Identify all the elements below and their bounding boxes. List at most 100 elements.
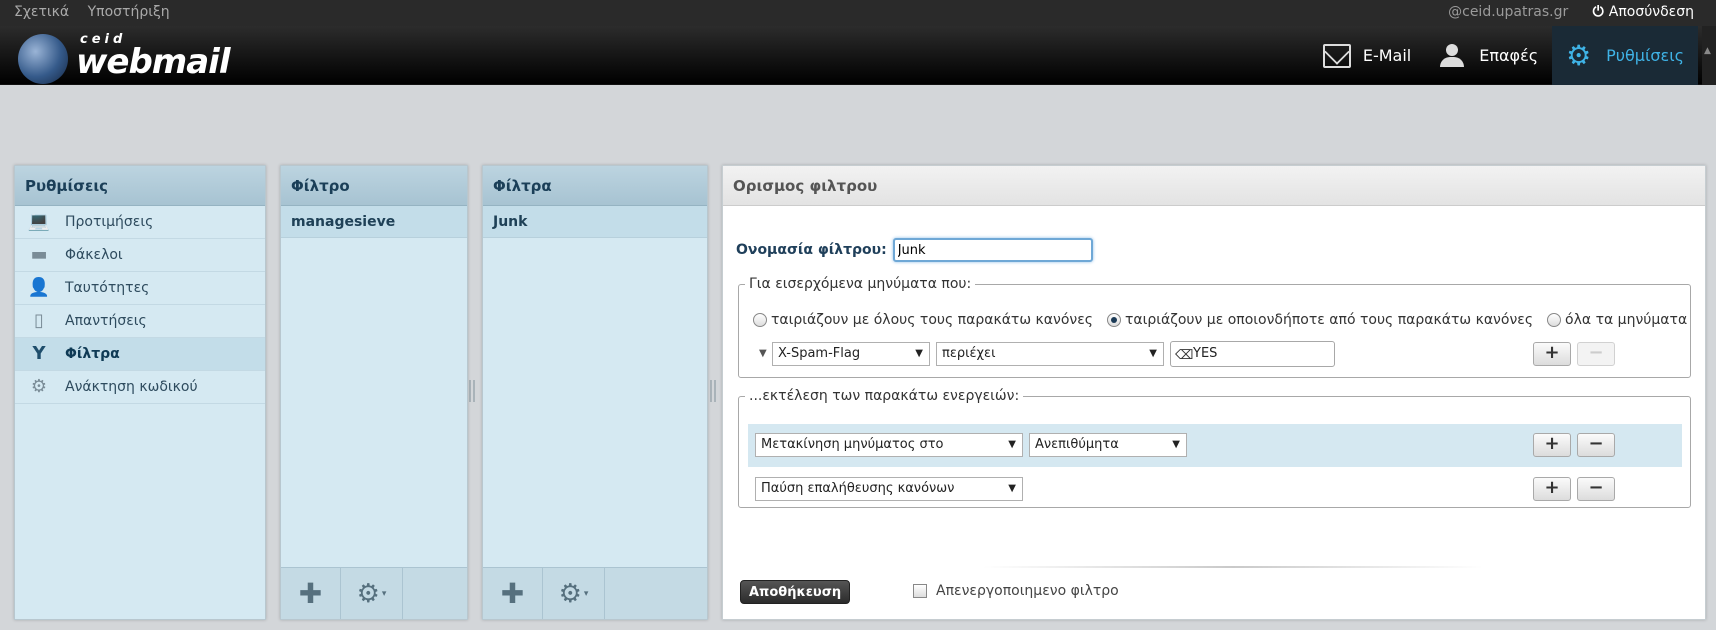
actions-legend: ...εκτέλεση των παρακάτω ενεργειών: xyxy=(749,388,1020,404)
action-type-select[interactable]: Μετακίνηση μηνύματος στο ▼ xyxy=(755,433,1023,457)
filter-name-input[interactable] xyxy=(892,238,1093,262)
chevron-down-icon: ▼ xyxy=(915,348,923,359)
splitter-handle[interactable] xyxy=(710,380,716,402)
logo[interactable]: ceid webmail xyxy=(18,32,238,84)
disable-filter-label: Απενεργοποιημενο φιλτρο xyxy=(936,583,1119,599)
rule-operator-value: περιέχει xyxy=(942,346,996,361)
add-action-button[interactable]: + xyxy=(1533,477,1571,501)
sidebar-item-label: Προτιμήσεις xyxy=(65,214,154,230)
scrollbar[interactable] xyxy=(1702,26,1716,85)
about-link[interactable]: Σχετικά xyxy=(14,4,69,20)
rule-value-text: YES xyxy=(1193,346,1218,361)
sidebar-item-label: Απαντήσεις xyxy=(65,313,147,329)
filter-sets-panel: Φίλτρο managesieve ✚ ⚙ ▾ xyxy=(280,165,468,620)
list-item[interactable]: Junk xyxy=(483,206,707,238)
chevron-down-icon: ▼ xyxy=(1008,439,1016,450)
rules-legend: Για εισερχόμενα μηνύματα που: xyxy=(749,276,972,292)
filter-definition-panel: Ορισμος φιλτρου Ονομασία φίλτρου: Για ει… xyxy=(722,165,1706,620)
sidebar-item-label: Ανάκτηση κωδικού xyxy=(65,379,198,395)
sidebar-item-label: Φίλτρα xyxy=(65,346,120,362)
filter-sets-footer: ✚ ⚙ ▾ xyxy=(281,567,467,619)
sidebar-item-preferences[interactable]: 💻 Προτιμήσεις xyxy=(15,206,265,239)
action-type-value: Μετακίνηση μηνύματος στο xyxy=(761,437,944,452)
support-link[interactable]: Υποστήριξη xyxy=(88,4,170,20)
chevron-down-icon: ▾ xyxy=(583,588,589,599)
filter-definition-title: Ορισμος φιλτρου xyxy=(723,166,1705,206)
remove-rule-button[interactable]: − xyxy=(1577,342,1615,366)
add-filter-button[interactable]: ✚ xyxy=(483,568,543,619)
sidebar-item-identities[interactable]: 👤 Ταυτότητες xyxy=(15,272,265,305)
remove-action-button[interactable]: − xyxy=(1577,433,1615,457)
rule-header-select[interactable]: X-Spam-Flag ▼ xyxy=(772,342,930,366)
chevron-down-icon: ▾ xyxy=(381,588,387,599)
filters-footer: ✚ ⚙ ▾ xyxy=(483,567,707,619)
action-folder-select[interactable]: Ανεπιθύμητα ▼ xyxy=(1029,433,1187,457)
divider xyxy=(983,566,1483,568)
text-input-icon: ⌫ xyxy=(1175,348,1194,363)
add-rule-button[interactable]: + xyxy=(1533,342,1571,366)
sidebar-item-folders[interactable]: ▬ Φάκελοι xyxy=(15,239,265,272)
nav-contacts[interactable]: Επαφές xyxy=(1425,26,1552,85)
sidebar-item-responses[interactable]: ▯ Απαντήσεις xyxy=(15,305,265,338)
filter-set-actions-button[interactable]: ⚙ ▾ xyxy=(341,568,403,619)
gear-icon: ⚙ xyxy=(30,376,48,397)
laptop-icon: 💻 xyxy=(27,211,51,232)
save-button[interactable]: Αποθήκευση xyxy=(740,580,851,604)
sidebar-item-password-recovery[interactable]: ⚙ Ανάκτηση κωδικού xyxy=(15,371,265,404)
top-bar: Σχετικά Υποστήριξη @ceid.upatras.gr ⏻ Απο… xyxy=(0,0,1716,26)
identity-icon: 👤 xyxy=(27,277,51,298)
disable-filter-row[interactable]: Απενεργοποιημενο φιλτρο xyxy=(913,583,1119,599)
action-type-select[interactable]: Παύση επαλήθευσης κανόνων ▼ xyxy=(755,477,1023,501)
gear-icon: ⚙ xyxy=(356,578,380,609)
mail-icon xyxy=(1322,43,1351,68)
add-action-button[interactable]: + xyxy=(1533,433,1571,457)
contacts-icon xyxy=(1439,43,1467,68)
remove-action-button[interactable]: − xyxy=(1577,477,1615,501)
settings-panel-title: Ρυθμίσεις xyxy=(15,166,265,206)
rule-operator-select[interactable]: περιέχει ▼ xyxy=(936,342,1164,366)
filter-actions-button[interactable]: ⚙ ▾ xyxy=(543,568,605,619)
rules-fieldset: Για εισερχόμενα μηνύματα που: ταιριάζουν… xyxy=(738,276,1691,378)
filter-name-row: Ονομασία φίλτρου: xyxy=(736,238,1093,262)
nav-settings-label: Ρυθμίσεις xyxy=(1606,46,1684,65)
filter-sets-title: Φίλτρο xyxy=(281,166,467,206)
rule-value-input[interactable]: ⌫ YES xyxy=(1170,341,1335,367)
sidebar-item-filters[interactable]: Y Φίλτρα xyxy=(15,338,265,371)
settings-panel: Ρυθμίσεις 💻 Προτιμήσεις ▬ Φάκελοι 👤 Ταυτ… xyxy=(14,165,266,620)
rule-expand-icon[interactable]: ▼ xyxy=(759,348,767,359)
radio-match-all[interactable]: ταιριάζουν με όλους τους παρακάτω κανόνε… xyxy=(753,312,1093,328)
nav-contacts-label: Επαφές xyxy=(1479,46,1539,65)
chevron-down-icon: ▼ xyxy=(1172,439,1180,450)
nav-settings[interactable]: ⚙ Ρυθμίσεις xyxy=(1552,26,1698,85)
globe-icon xyxy=(18,34,68,84)
logout-button[interactable]: ⏻ Αποσύνδεση xyxy=(1593,4,1694,20)
logo-webmail: webmail xyxy=(76,42,230,82)
disable-filter-checkbox[interactable] xyxy=(913,584,927,598)
filters-panel: Φίλτρα Junk ✚ ⚙ ▾ xyxy=(482,165,708,620)
radio-label: ταιριάζουν με οποιονδήποτε από τους παρα… xyxy=(1125,312,1534,328)
folder-icon: ▬ xyxy=(30,244,48,265)
radio-button[interactable] xyxy=(1547,313,1562,327)
document-icon: ▯ xyxy=(34,310,44,331)
gear-icon: ⚙ xyxy=(1566,38,1592,72)
list-item[interactable]: managesieve xyxy=(281,206,467,238)
rule-header-value: X-Spam-Flag xyxy=(778,346,861,361)
nav-email-label: E-Mail xyxy=(1362,46,1412,65)
logout-label: Αποσύνδεση xyxy=(1608,4,1694,20)
nav-email[interactable]: E-Mail xyxy=(1309,26,1425,85)
radio-label: όλα τα μηνύματα xyxy=(1565,312,1688,328)
radio-all-messages[interactable]: όλα τα μηνύματα xyxy=(1547,312,1687,328)
radio-button[interactable] xyxy=(1107,313,1121,327)
chevron-down-icon: ▼ xyxy=(1149,348,1157,359)
sidebar-item-label: Ταυτότητες xyxy=(65,280,150,296)
main-nav: E-Mail Επαφές ⚙ Ρυθμίσεις xyxy=(1309,26,1698,85)
action-type-value: Παύση επαλήθευσης κανόνων xyxy=(761,481,955,496)
radio-button[interactable] xyxy=(753,313,767,327)
radio-label: ταιριάζουν με όλους τους παρακάτω κανόνε… xyxy=(771,312,1093,328)
plus-icon: ✚ xyxy=(500,577,525,610)
filters-title: Φίλτρα xyxy=(483,166,707,206)
gear-icon: ⚙ xyxy=(558,578,582,609)
add-filter-set-button[interactable]: ✚ xyxy=(281,568,341,619)
splitter-handle[interactable] xyxy=(469,380,475,402)
radio-match-any[interactable]: ταιριάζουν με οποιονδήποτε από τους παρα… xyxy=(1107,312,1533,328)
